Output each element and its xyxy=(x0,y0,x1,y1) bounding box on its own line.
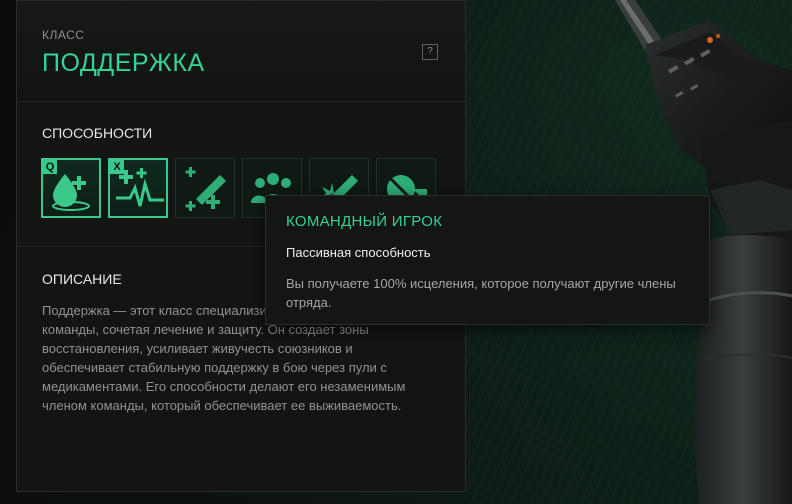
class-label: КЛАСС xyxy=(42,28,85,42)
tooltip-text: Вы получаете 100% исцеления, которое пол… xyxy=(286,276,676,310)
ability-slot-1[interactable]: Q xyxy=(41,158,101,218)
abilities-title: СПОСОБНОСТИ xyxy=(42,125,153,141)
class-name: ПОДДЕРЖКА xyxy=(42,49,205,77)
description-title: ОПИСАНИЕ xyxy=(42,271,122,287)
class-header: КЛАСС ПОДДЕРЖКА ? xyxy=(17,1,465,102)
ability-tooltip: КОМАНДНЫЙ ИГРОК Пассивная способность Вы… xyxy=(265,195,710,325)
tooltip-ability-type: Пассивная способность xyxy=(286,245,431,260)
ability-slot-2[interactable]: X xyxy=(108,158,168,218)
help-icon[interactable]: ? xyxy=(422,44,438,60)
hotkey-badge: X xyxy=(110,160,124,174)
syringe-plus-icon xyxy=(185,167,226,211)
tooltip-title: КОМАНДНЫЙ ИГРОК xyxy=(286,213,443,230)
ability-slot-3[interactable] xyxy=(175,158,235,218)
hotkey-badge: Q xyxy=(43,160,57,174)
